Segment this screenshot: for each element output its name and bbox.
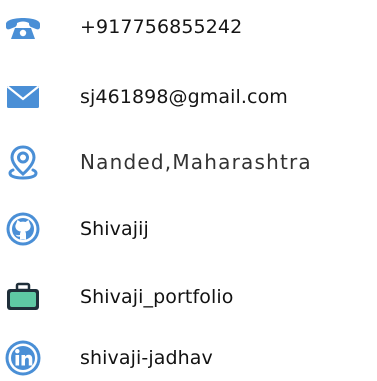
linkedin-icon[interactable] [4, 339, 42, 377]
github-icon[interactable] [4, 210, 42, 248]
contact-github[interactable]: Shivajij [0, 207, 377, 251]
phone-number: +917756855242 [80, 16, 243, 38]
contact-email: sj461898@gmail.com [0, 75, 377, 119]
location-text: Nanded,Maharashtra [80, 150, 312, 174]
phone-icon [4, 8, 42, 46]
briefcase-icon[interactable] [4, 278, 42, 316]
contact-portfolio[interactable]: Shivaji_portfolio [0, 275, 377, 319]
contact-linkedin[interactable]: shivaji-jadhav [0, 336, 377, 380]
github-link[interactable]: Shivajij [80, 218, 149, 240]
linkedin-link[interactable]: shivaji-jadhav [80, 347, 213, 369]
contact-phone: +917756855242 [0, 5, 377, 49]
location-pin-icon [4, 143, 42, 181]
portfolio-link[interactable]: Shivaji_portfolio [80, 286, 233, 308]
contact-location: Nanded,Maharashtra [0, 140, 377, 184]
envelope-icon [4, 78, 42, 116]
email-address: sj461898@gmail.com [80, 86, 288, 108]
